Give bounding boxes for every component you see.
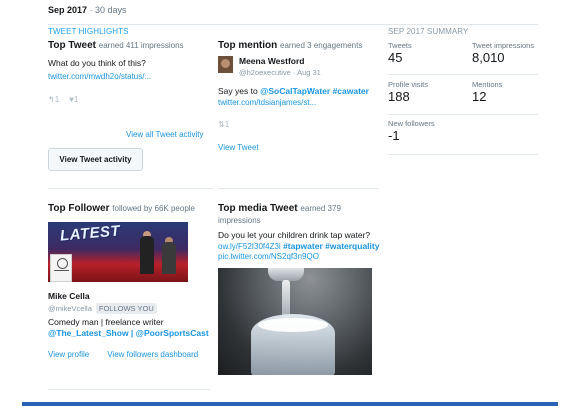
stat-profile-visits: Profile visits 188 <box>388 80 428 104</box>
top-tweet-card: Top Tweet earned 411 impressions What do… <box>48 40 208 104</box>
view-tweet-activity-button[interactable]: View Tweet activity <box>48 148 143 171</box>
top-media-text: Do you let your children drink tap water… <box>218 230 371 240</box>
mention-text: Say yes to @SoCalTapWater #cawater <box>218 86 369 96</box>
follower-bio: Comedy man | freelance writer @The_Lates… <box>48 317 218 339</box>
follower-handle: @mikeVcella <box>48 304 92 313</box>
media-hashtags[interactable]: #tapwater #waterquality <box>283 241 379 251</box>
divider <box>48 24 398 25</box>
view-all-tweet-activity-link[interactable]: View all Tweet activity <box>126 130 204 139</box>
top-media-links: ow.ly/F52I30f4Z3i #tapwater #waterqualit… <box>218 241 388 252</box>
divider <box>388 74 538 75</box>
top-media-title: Top media Tweet earned 379 <box>218 203 341 214</box>
mention-author[interactable]: Meena Westford @h2oexecutive · Aug 31 <box>218 56 383 77</box>
view-followers-dashboard-link[interactable]: View followers dashboard <box>107 350 198 359</box>
follows-you-badge: FOLLOWS YOU <box>95 303 157 314</box>
stat-label: Mentions <box>472 80 503 89</box>
profile-banner-image[interactable]: LATEST <box>48 222 188 282</box>
stat-label: Tweets <box>388 41 412 50</box>
reply-icon[interactable]: ↰1 <box>48 95 59 104</box>
avatar[interactable] <box>218 56 233 73</box>
view-tweet-link[interactable]: View Tweet <box>218 143 383 152</box>
top-mention-title: Top mention earned 3 engagements <box>218 40 363 51</box>
top-tweet-title: Top Tweet earned 411 impressions <box>48 40 184 51</box>
period-sep: · <box>87 5 96 15</box>
mention-hashtags[interactable]: @SoCalTapWater #cawater <box>260 86 369 96</box>
media-pic-link[interactable]: pic.twitter.com/NS2qf3n9QO <box>218 252 388 261</box>
divider <box>388 154 538 155</box>
top-tweet-link[interactable]: twitter.com/mwdh2o/status/... <box>48 72 208 81</box>
window-border <box>22 402 558 406</box>
stat-value: -1 <box>388 128 400 143</box>
divider <box>48 389 210 390</box>
retweet-icon[interactable]: ⇅1 <box>218 120 383 129</box>
divider <box>388 114 538 115</box>
like-icon[interactable]: ♥1 <box>69 95 78 104</box>
top-follower-title: Top Follower followed by 66K people <box>48 203 195 214</box>
stat-value: 45 <box>388 50 403 65</box>
stat-tweets: Tweets 45 <box>388 41 412 65</box>
summary-heading: SEP 2017 SUMMARY <box>388 27 469 36</box>
stat-value: 8,010 <box>472 50 505 65</box>
stat-value: 188 <box>388 89 410 104</box>
top-tweet-text: What do you think of this? <box>48 58 146 68</box>
stat-label: Profile visits <box>388 80 429 89</box>
follower-bio-text: Comedy man | freelance writer <box>48 317 164 327</box>
mention-link[interactable]: twitter.com/tdsianjames/st... <box>218 98 383 107</box>
top-follower-card: Top Follower followed by 66K people LATE… <box>48 203 218 359</box>
mention-name[interactable]: Meena Westford <box>239 56 321 66</box>
follower-name[interactable]: Mike Cella <box>48 291 218 301</box>
divider <box>48 188 213 189</box>
period-label: Sep 2017 · 30 days <box>48 5 127 15</box>
avatar[interactable] <box>50 254 72 282</box>
divider <box>218 188 378 189</box>
top-tweet-actions: ↰1 ♥1 <box>48 95 208 104</box>
media-image[interactable] <box>218 268 372 375</box>
view-profile-link[interactable]: View profile <box>48 350 89 359</box>
follower-bio-handles[interactable]: @The_Latest_Show | @PoorSportsCast <box>48 328 218 339</box>
stat-mentions: Mentions 12 <box>472 80 502 104</box>
period-days: 30 days <box>95 5 127 15</box>
top-media-tweet-card: Top media Tweet earned 379 impressions D… <box>218 203 388 375</box>
stat-new-followers: New followers -1 <box>388 119 435 143</box>
media-short-link[interactable]: ow.ly/F52I30f4Z3i <box>218 242 281 251</box>
stat-label: New followers <box>388 119 435 128</box>
stat-label: Tweet impressions <box>472 41 535 50</box>
highlights-heading: TWEET HIGHLIGHTS <box>48 27 129 36</box>
mention-handle: @h2oexecutive · Aug 31 <box>239 68 321 77</box>
top-mention-card: Top mention earned 3 engagements Meena W… <box>218 40 383 152</box>
top-media-impressions-label: impressions <box>218 216 261 225</box>
follower-meta: @mikeVcella FOLLOWS YOU <box>48 303 218 314</box>
stat-impressions: Tweet impressions 8,010 <box>472 41 534 65</box>
analytics-panel: Sep 2017 · 30 days TWEET HIGHLIGHTS SEP … <box>28 0 550 404</box>
divider <box>388 24 538 25</box>
follower-links: View profile View followers dashboard <box>48 350 218 359</box>
period-month: Sep 2017 <box>48 5 88 15</box>
stat-value: 12 <box>472 89 487 104</box>
